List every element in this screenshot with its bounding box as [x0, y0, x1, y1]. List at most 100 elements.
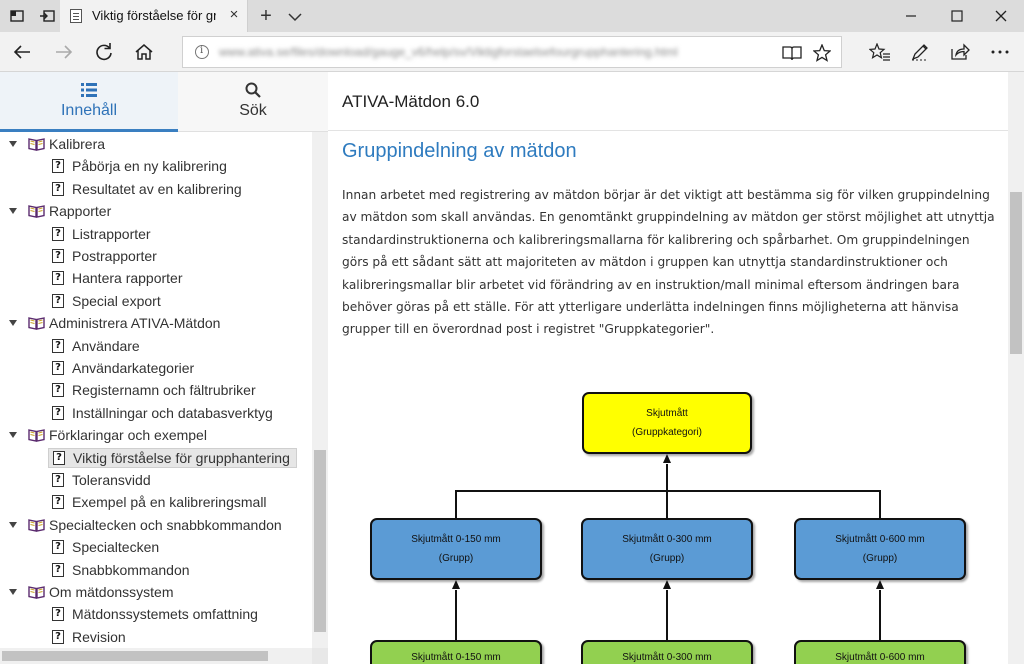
- toc-vertical-scrollbar[interactable]: [312, 132, 328, 648]
- back-button[interactable]: [6, 37, 38, 67]
- toc-topic[interactable]: ? Specialtecken: [52, 537, 159, 557]
- toc-item-label: Snabbkommandon: [72, 561, 190, 578]
- expand-arrow-icon[interactable]: [8, 206, 18, 216]
- org-connector: [879, 590, 881, 640]
- web-note-button[interactable]: [904, 37, 936, 67]
- toc-topic[interactable]: ? Påbörja en ny kalibrering: [52, 156, 227, 176]
- expand-arrow-icon[interactable]: [8, 587, 18, 597]
- org-arrowhead: [876, 580, 884, 589]
- chevron-down-icon: [288, 13, 302, 22]
- expand-arrow-icon[interactable]: [8, 520, 18, 530]
- toc-topic[interactable]: ? Viktig förståelse för grupphantering: [48, 447, 297, 468]
- share-button[interactable]: [944, 37, 976, 67]
- toc-book[interactable]: Förklaringar och exempel: [8, 425, 207, 445]
- toc-item-label: Inställningar och databasverktyg: [72, 404, 273, 421]
- org-connector: [666, 590, 668, 640]
- favorite-button[interactable]: [809, 41, 835, 65]
- toc-topic[interactable]: ? Revision: [52, 627, 126, 647]
- toc-book[interactable]: Specialtecken och snabbkommandon: [8, 515, 282, 535]
- tab-contents[interactable]: Innehåll: [0, 72, 178, 132]
- toc-topic[interactable]: ? Användare: [52, 336, 140, 356]
- help-topic-icon: ?: [53, 450, 65, 465]
- favorites-hub-button[interactable]: [864, 37, 896, 67]
- toc-item-label: Revision: [72, 628, 126, 645]
- help-topic-icon: ?: [52, 338, 64, 353]
- toc-horizontal-scrollbar[interactable]: [0, 648, 312, 664]
- active-tab[interactable]: Viktig förståelse för gru ×: [60, 0, 248, 32]
- toc-book[interactable]: Rapporter: [8, 201, 111, 221]
- toc-topic[interactable]: ? Listrapporter: [52, 224, 151, 244]
- toc-topic[interactable]: ? Toleransvidd: [52, 470, 151, 490]
- expand-arrow-icon[interactable]: [8, 139, 18, 149]
- toc-topic[interactable]: ? Special export: [52, 291, 161, 311]
- org-connector: [455, 590, 457, 640]
- content-vertical-scrollbar[interactable]: [1008, 72, 1024, 664]
- home-button[interactable]: [128, 37, 160, 67]
- maximize-button[interactable]: [934, 0, 980, 32]
- set-aside-tabs-button[interactable]: [32, 0, 62, 32]
- toc-item-label: Förklaringar och exempel: [49, 427, 207, 444]
- address-bar[interactable]: www.ativa.se/files/download/gauge_v6/hel…: [182, 36, 842, 68]
- content-scroll-thumb[interactable]: [1010, 192, 1022, 354]
- toc-topic[interactable]: ? Användarkategorier: [52, 358, 194, 378]
- toc-item-label: Exempel på en kalibreringsmall: [72, 494, 267, 511]
- open-book-icon: [28, 429, 45, 443]
- minimize-icon: [906, 15, 916, 17]
- content-pane: ATIVA-Mätdon 6.0 Gruppindelning av mätdo…: [328, 72, 1024, 664]
- org-category-box: Skjutmått (Gruppkategori): [582, 392, 752, 454]
- list-icon: [81, 83, 97, 97]
- minimize-button[interactable]: [888, 0, 934, 32]
- site-info-icon[interactable]: [195, 45, 209, 59]
- toc-topic[interactable]: ? Hantera rapporter: [52, 268, 183, 288]
- reading-view-button[interactable]: [779, 41, 805, 65]
- toc-item-label: Rapporter: [49, 203, 112, 220]
- toc-topic[interactable]: ? Registernamn och fältrubriker: [52, 380, 256, 400]
- org-group-name: Skjutmått 0-600 mm: [835, 534, 925, 545]
- address-url[interactable]: www.ativa.se/files/download/gauge_v6/hel…: [219, 45, 678, 59]
- toc-topic[interactable]: ? Snabbkommandon: [52, 560, 190, 580]
- help-topic-icon: ?: [52, 361, 64, 375]
- toc-book[interactable]: Om mätdonssystem: [8, 582, 173, 602]
- toc-tabs: Innehåll Sök: [0, 72, 328, 132]
- expand-arrow-icon[interactable]: [8, 318, 18, 328]
- toc-item-label: Om mätdonssystem: [49, 584, 174, 600]
- toc-book[interactable]: Administrera ATIVA-Mätdon: [8, 313, 220, 333]
- page-heading: Gruppindelning av mätdon: [342, 140, 577, 162]
- help-topic-icon: ?: [52, 495, 64, 510]
- tab-search[interactable]: Sök: [178, 72, 328, 132]
- forward-button[interactable]: [48, 37, 80, 67]
- org-group-name: Skjutmått 0-300 mm: [622, 534, 712, 545]
- tab-title: Viktig förståelse för gru: [92, 8, 216, 23]
- help-topic-icon: ?: [52, 249, 64, 263]
- tab-close-button[interactable]: ×: [226, 6, 242, 24]
- toc-item-label: Viktig förståelse för grupphantering: [73, 449, 290, 466]
- org-item-box: Skjutmått 0-300 mm: [581, 640, 753, 664]
- toc-topic[interactable]: ? Mätdonssystemets omfattning: [52, 604, 258, 624]
- tab-search-label: Sök: [239, 102, 267, 119]
- help-topic-icon: ?: [52, 226, 64, 241]
- tab-preview-button[interactable]: [286, 4, 304, 28]
- toc-item-label: Postrapporter: [72, 248, 157, 264]
- toc-topic[interactable]: ? Inställningar och databasverktyg: [52, 403, 273, 423]
- toc-book[interactable]: Kalibrera: [8, 134, 105, 154]
- org-category-name: Skjutmått: [646, 408, 688, 419]
- toc-topic[interactable]: ? Resultatet av en kalibrering: [52, 179, 242, 199]
- expand-arrow-icon[interactable]: [8, 430, 18, 440]
- new-tab-button[interactable]: +: [256, 4, 276, 28]
- refresh-button[interactable]: [88, 37, 120, 67]
- toc-item-label: Påbörja en ny kalibrering: [72, 158, 227, 175]
- close-window-button[interactable]: [978, 0, 1024, 32]
- tabs-aside-button[interactable]: [2, 0, 32, 32]
- refresh-icon: [96, 43, 112, 61]
- set-aside-icon: [40, 10, 55, 22]
- toc-scroll-thumb[interactable]: [314, 450, 326, 632]
- more-options-button[interactable]: [984, 37, 1016, 67]
- tab-contents-label: Innehåll: [60, 102, 118, 119]
- search-icon: [245, 82, 261, 98]
- open-book-icon: [28, 138, 45, 151]
- toc-topic[interactable]: ? Postrapporter: [52, 246, 157, 266]
- toc-topic[interactable]: ? Exempel på en kalibreringsmall: [52, 492, 267, 512]
- org-group-box: Skjutmått 0-300 mm (Grupp): [581, 518, 753, 580]
- org-item-box: Skjutmått 0-150 mm: [370, 640, 542, 664]
- toc-hscroll-thumb[interactable]: [2, 651, 268, 661]
